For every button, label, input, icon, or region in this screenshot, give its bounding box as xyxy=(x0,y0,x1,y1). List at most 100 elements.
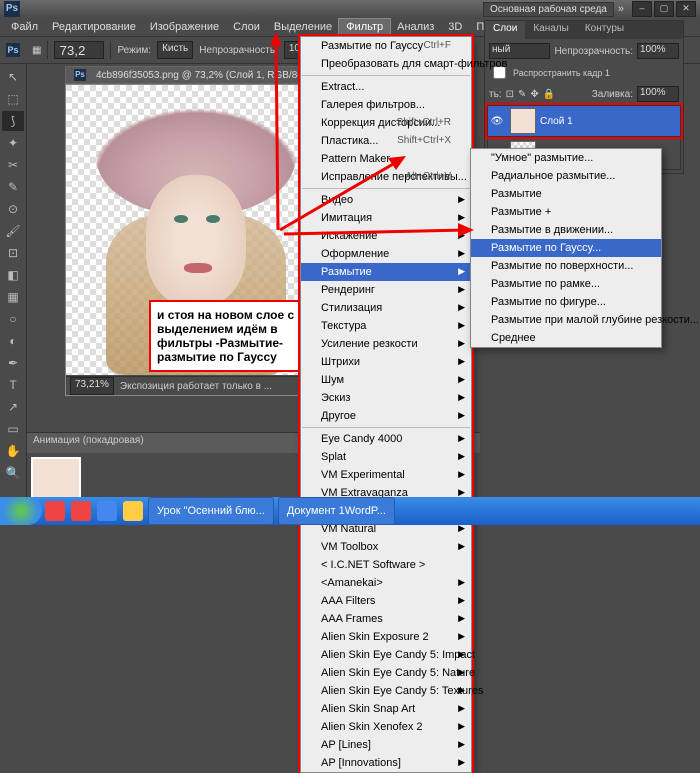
crop-tool[interactable]: ✂ xyxy=(2,155,24,175)
zoom-tool[interactable]: 🔍 xyxy=(2,463,24,483)
close-button[interactable]: ✕ xyxy=(676,1,696,17)
text-tool[interactable]: T xyxy=(2,375,24,395)
menu-анализ[interactable]: Анализ xyxy=(390,19,441,35)
blend-dropdown[interactable]: ный xyxy=(489,43,550,59)
workspace-selector[interactable]: Основная рабочая среда xyxy=(483,2,614,17)
opera-icon[interactable] xyxy=(71,501,91,521)
filter-item[interactable]: Splat▶ xyxy=(301,448,471,466)
panel-tab[interactable]: Каналы xyxy=(525,21,577,39)
eyedropper-tool[interactable]: ✎ xyxy=(2,177,24,197)
filter-item[interactable]: < I.C.NET Software > xyxy=(301,556,471,574)
path-tool[interactable]: ↗ xyxy=(2,397,24,417)
status-zoom[interactable]: 73,21% xyxy=(70,377,114,395)
lock-icon[interactable]: ⊡ xyxy=(506,89,514,100)
minimize-button[interactable]: – xyxy=(632,1,652,17)
filter-item[interactable]: AAA Frames▶ xyxy=(301,610,471,628)
blur-item[interactable]: Размытие по рамке... xyxy=(471,275,661,293)
heal-tool[interactable]: ⊙ xyxy=(2,199,24,219)
menu-редактирование[interactable]: Редактирование xyxy=(45,19,143,35)
stamp-tool[interactable]: ⊡ xyxy=(2,243,24,263)
filter-item[interactable]: Alien Skin Exposure 2▶ xyxy=(301,628,471,646)
hand-tool[interactable]: ✋ xyxy=(2,441,24,461)
filter-item[interactable]: Усиление резкости▶ xyxy=(301,335,471,353)
filter-item[interactable]: Эскиз▶ xyxy=(301,389,471,407)
filter-item[interactable]: Размытие по ГауссуCtrl+F xyxy=(301,37,471,55)
filter-item[interactable]: AAA Filters▶ xyxy=(301,592,471,610)
mode-dropdown[interactable]: Кисть xyxy=(157,41,193,59)
blur-item[interactable]: Размытие по фигуре... xyxy=(471,293,661,311)
brush-tool[interactable]: 🖌 xyxy=(2,221,24,241)
filter-item[interactable]: Extract... xyxy=(301,78,471,96)
filter-item[interactable]: Видео▶ xyxy=(301,191,471,209)
marquee-tool[interactable]: ⬚ xyxy=(2,89,24,109)
filter-item[interactable]: Pattern Maker... xyxy=(301,150,471,168)
blur-tool[interactable]: ○ xyxy=(2,309,24,329)
filter-item[interactable]: Eye Candy 4000▶ xyxy=(301,430,471,448)
move-tool[interactable]: ↖ xyxy=(2,67,24,87)
filter-item[interactable]: Исправление перспективы...Alt+Ctrl+V xyxy=(301,168,471,186)
wand-tool[interactable]: ✦ xyxy=(2,133,24,153)
filter-item[interactable]: Alien Skin Eye Candy 5: Textures▶ xyxy=(301,682,471,700)
filter-item[interactable]: Пластика...Shift+Ctrl+X xyxy=(301,132,471,150)
blur-item[interactable]: Размытие по Гауссу... xyxy=(471,239,661,257)
taskbar-icon[interactable] xyxy=(45,501,65,521)
ie-icon[interactable] xyxy=(97,501,117,521)
tool-icon[interactable]: ▦ xyxy=(32,45,41,56)
filter-item[interactable]: VM Experimental▶ xyxy=(301,466,471,484)
lock-all-icon[interactable]: 🔒 xyxy=(543,89,555,100)
filter-item[interactable]: Галерея фильтров... xyxy=(301,96,471,114)
filter-item[interactable]: Текстура▶ xyxy=(301,317,471,335)
maximize-button[interactable]: ▢ xyxy=(654,1,674,17)
filter-item[interactable]: Стилизация▶ xyxy=(301,299,471,317)
zoom-input[interactable] xyxy=(54,41,104,59)
lock-pos-icon[interactable]: ✥ xyxy=(530,89,538,100)
filter-item[interactable]: AP [Innovations]▶ xyxy=(301,754,471,772)
blur-item[interactable]: Размытие по поверхности... xyxy=(471,257,661,275)
folder-icon[interactable] xyxy=(123,501,143,521)
blur-item[interactable]: Среднее xyxy=(471,329,661,347)
start-button[interactable] xyxy=(0,497,42,525)
menu-изображение[interactable]: Изображение xyxy=(143,19,226,35)
blur-item[interactable]: "Умное" размытие... xyxy=(471,149,661,167)
filter-item[interactable]: Alien Skin Eye Candy 5: Impact▶ xyxy=(301,646,471,664)
panel-tab[interactable]: Контуры xyxy=(577,21,632,39)
menu-3d[interactable]: 3D xyxy=(441,19,469,35)
filter-item[interactable]: Коррекция дисторсии...Shift+Ctrl+R xyxy=(301,114,471,132)
dodge-tool[interactable]: ◐ xyxy=(2,331,24,351)
blur-item[interactable]: Размытие при малой глубине резкости... xyxy=(471,311,661,329)
filter-item[interactable]: Alien Skin Snap Art▶ xyxy=(301,700,471,718)
filter-item[interactable]: Оформление▶ xyxy=(301,245,471,263)
filter-item[interactable]: Преобразовать для смарт-фильтров xyxy=(301,55,471,73)
layer-row[interactable]: 👁Слой 1 xyxy=(487,105,681,137)
gradient-tool[interactable]: ▦ xyxy=(2,287,24,307)
filter-item[interactable]: Искажение▶ xyxy=(301,227,471,245)
anim-frame[interactable]: 0 сек. xyxy=(31,457,81,501)
filter-item[interactable]: Имитация▶ xyxy=(301,209,471,227)
blur-item[interactable]: Радиальное размытие... xyxy=(471,167,661,185)
filter-item[interactable]: Другое▶ xyxy=(301,407,471,425)
menu-выделение[interactable]: Выделение xyxy=(267,19,339,35)
filter-item[interactable]: Размытие▶ xyxy=(301,263,471,281)
filter-item[interactable]: Рендеринг▶ xyxy=(301,281,471,299)
lock-pixels-icon[interactable]: ✎ xyxy=(518,89,526,100)
layer-opacity-input[interactable]: 100% xyxy=(637,43,679,59)
pen-tool[interactable]: ✒ xyxy=(2,353,24,373)
filter-item[interactable]: VM Toolbox▶ xyxy=(301,538,471,556)
blur-item[interactable]: Размытие xyxy=(471,185,661,203)
filter-item[interactable]: Шум▶ xyxy=(301,371,471,389)
blur-item[interactable]: Размытие в движении... xyxy=(471,221,661,239)
taskbar-button[interactable]: Урок "Осенний блю... xyxy=(148,497,274,525)
blur-item[interactable]: Размытие + xyxy=(471,203,661,221)
lasso-tool[interactable]: ⟆ xyxy=(2,111,24,131)
document-tab[interactable]: Ps 4cb896f35053.png @ 73,2% (Слой 1, RGB… xyxy=(65,66,315,84)
workspace-chevron-icon[interactable]: » xyxy=(618,3,624,15)
visibility-icon[interactable]: 👁 xyxy=(488,116,506,127)
menu-фильтр[interactable]: Фильтр xyxy=(339,19,390,35)
filter-item[interactable]: Alien Skin Xenofex 2▶ xyxy=(301,718,471,736)
menu-слои[interactable]: Слои xyxy=(226,19,267,35)
filter-item[interactable]: Штрихи▶ xyxy=(301,353,471,371)
menu-файл[interactable]: Файл xyxy=(4,19,45,35)
taskbar-button[interactable]: Документ 1WordP... xyxy=(278,497,395,525)
filter-item[interactable]: AP [Lines]▶ xyxy=(301,736,471,754)
filter-item[interactable]: Alien Skin Eye Candy 5: Nature▶ xyxy=(301,664,471,682)
